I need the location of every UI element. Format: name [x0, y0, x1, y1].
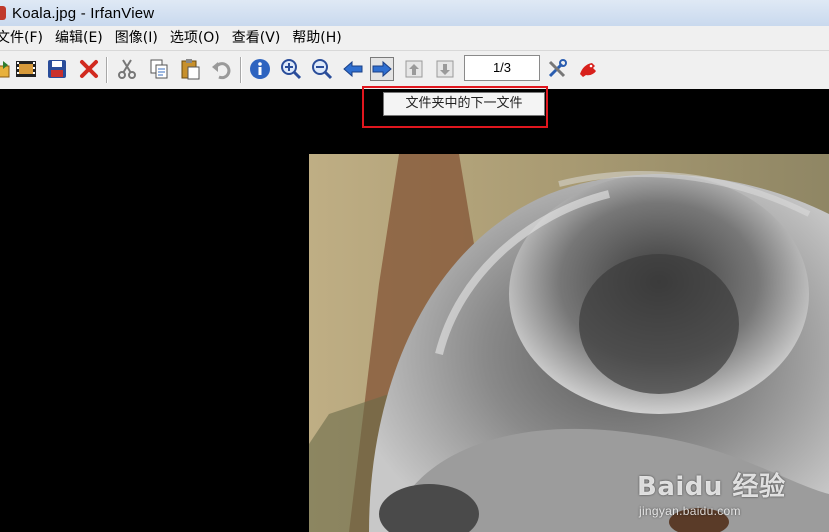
- undo-icon: [212, 62, 231, 80]
- copy-button[interactable]: [147, 57, 171, 81]
- slideshow-icon: [16, 61, 36, 77]
- about-button[interactable]: [576, 57, 600, 81]
- paste-button[interactable]: [178, 57, 202, 81]
- copy-icon: [150, 59, 168, 79]
- menu-image[interactable]: 图像(I): [109, 26, 164, 50]
- menu-options[interactable]: 选项(O): [164, 26, 226, 50]
- cut-button[interactable]: [115, 57, 139, 81]
- info-icon: [250, 59, 270, 79]
- menu-view[interactable]: 查看(V): [226, 26, 287, 50]
- first-page-button[interactable]: [402, 57, 426, 81]
- zoom-out-button[interactable]: [310, 57, 334, 81]
- settings-button[interactable]: [545, 57, 569, 81]
- last-page-icon: [436, 60, 454, 78]
- last-page-button[interactable]: [433, 57, 457, 81]
- zoom-in-icon: [281, 59, 302, 80]
- toolbar-separator: [240, 57, 241, 83]
- tooltip-highlight-box: [362, 86, 548, 128]
- cut-scissors-icon: [118, 59, 136, 79]
- settings-tools-icon: [548, 59, 567, 78]
- menu-help[interactable]: 帮助(H): [286, 26, 347, 50]
- info-button[interactable]: [248, 57, 272, 81]
- irfanview-logo-icon: [580, 63, 596, 77]
- delete-x-icon: [80, 60, 98, 78]
- save-disk-icon: [48, 60, 66, 78]
- paste-icon: [181, 59, 200, 80]
- zoom-in-button[interactable]: [279, 57, 303, 81]
- previous-arrow-icon: [343, 60, 363, 78]
- toolbar: [0, 50, 829, 90]
- open-button[interactable]: [0, 57, 12, 81]
- title-bar: Koala.jpg - IrfanView: [0, 0, 829, 27]
- window-title: Koala.jpg - IrfanView: [12, 4, 155, 22]
- zoom-out-icon: [312, 59, 333, 80]
- delete-button[interactable]: [77, 57, 101, 81]
- first-page-icon: [405, 60, 423, 78]
- baidu-watermark: Baidu 经验 jingyan.baidu.com: [637, 466, 827, 526]
- toolbar-separator: [106, 57, 107, 83]
- slideshow-button[interactable]: [14, 57, 38, 81]
- save-button[interactable]: [45, 57, 69, 81]
- undo-button[interactable]: [209, 57, 233, 81]
- menu-edit[interactable]: 编辑(E): [49, 26, 109, 50]
- page-counter-field[interactable]: 1/3: [464, 55, 540, 81]
- watermark-url: jingyan.baidu.com: [639, 504, 741, 518]
- menu-file[interactable]: 文件(F): [0, 26, 49, 50]
- menu-bar: 文件(F) 编辑(E) 图像(I) 选项(O) 查看(V) 帮助(H): [0, 26, 829, 50]
- next-file-button[interactable]: [370, 57, 394, 81]
- next-arrow-icon: [372, 60, 392, 78]
- watermark-brand: Baidu 经验: [637, 472, 786, 502]
- previous-file-button[interactable]: [341, 57, 365, 81]
- irfanview-app-icon[interactable]: [0, 6, 6, 20]
- open-folder-icon: [0, 61, 10, 78]
